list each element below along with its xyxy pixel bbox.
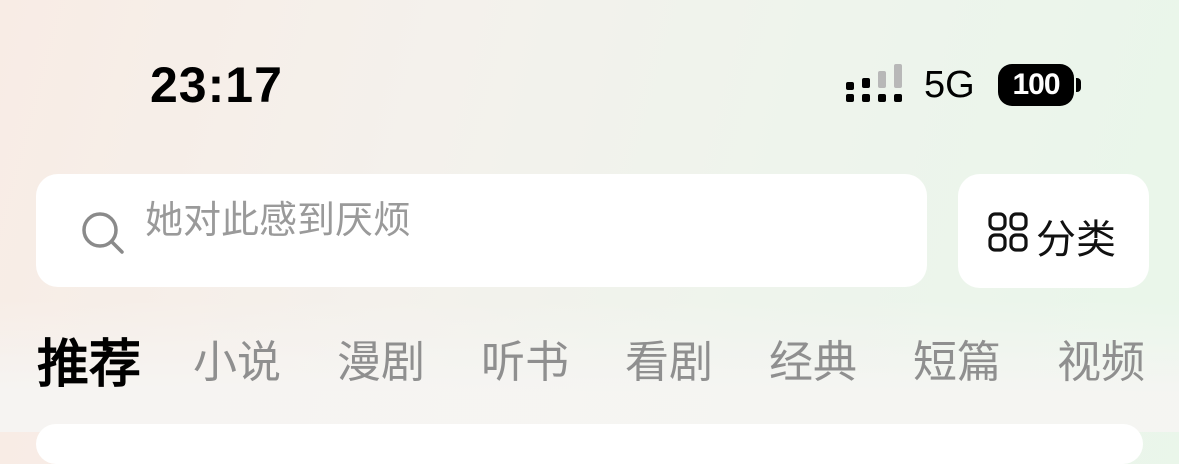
- tab-video[interactable]: 视频: [1057, 326, 1145, 390]
- battery-icon: 100: [998, 64, 1084, 106]
- status-time: 23:17: [150, 57, 283, 113]
- battery-body: 100: [998, 64, 1074, 106]
- tab-watch-drama[interactable]: 看剧: [625, 326, 713, 390]
- tab-recommend[interactable]: 推荐: [37, 322, 141, 397]
- search-icon: [82, 212, 124, 254]
- tab-short-drama-comic[interactable]: 漫剧: [337, 326, 425, 390]
- content-card: [36, 424, 1143, 464]
- status-bar: 23:17 5G 100: [0, 0, 1179, 160]
- cellular-signal-icon: [846, 64, 902, 102]
- battery-level: 100: [1012, 68, 1060, 101]
- tab-novel[interactable]: 小说: [193, 326, 281, 390]
- category-label[interactable]: 分类: [1036, 207, 1116, 265]
- search-input[interactable]: [145, 192, 845, 248]
- tab-bar: 推荐 小说 漫剧 听书 看剧 经典 短篇 视频: [0, 326, 1179, 396]
- tab-classics[interactable]: 经典: [769, 326, 857, 390]
- network-type: 5G: [924, 64, 975, 106]
- battery-tip: [1076, 78, 1081, 92]
- grid-icon: [988, 212, 1028, 252]
- tab-audiobook[interactable]: 听书: [481, 326, 569, 390]
- tab-short-stories[interactable]: 短篇: [913, 326, 1001, 390]
